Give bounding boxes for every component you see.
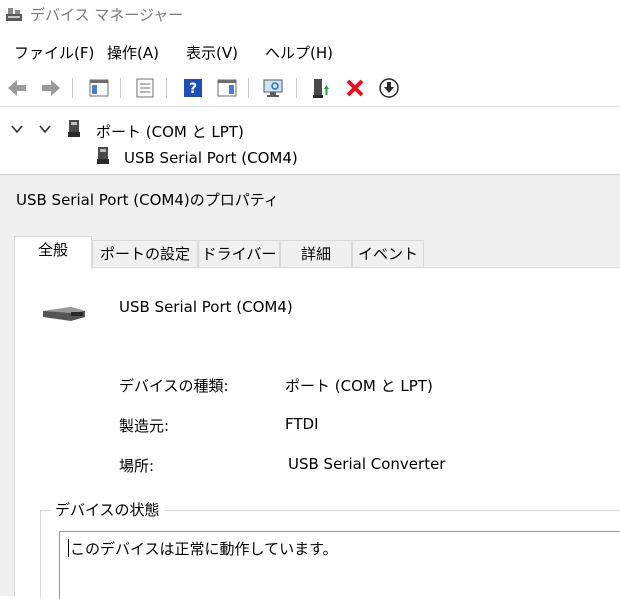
uninstall-icon[interactable] (344, 77, 366, 99)
properties-dialog: USB Serial Port (COM4)のプロパティ 全般 ポートの設定 ド… (0, 174, 620, 599)
show-hide-console-tree-icon[interactable] (88, 77, 110, 99)
manufacturer-value: FTDI (285, 415, 319, 433)
dialog-title: USB Serial Port (COM4)のプロパティ (16, 191, 279, 209)
toolbar-separator (72, 78, 73, 98)
tab-driver[interactable]: ドライバー (198, 240, 280, 268)
menu-file[interactable]: ファイル(F) (14, 42, 94, 63)
svg-text:?: ? (189, 81, 197, 97)
tab-general[interactable]: 全般 (14, 236, 92, 269)
title-bar: デバイス マネージャー (0, 0, 620, 30)
tab-details[interactable]: 詳細 (280, 240, 352, 268)
tab-events[interactable]: イベント (352, 240, 424, 268)
chevron-down-icon[interactable] (10, 122, 24, 136)
scan-hardware-icon[interactable] (262, 77, 284, 99)
device-status-text: このデバイスは正常に動作しています。 (70, 540, 338, 558)
help-icon[interactable]: ? (182, 77, 204, 99)
manufacturer-label: 製造元: (119, 417, 170, 435)
menu-action[interactable]: 操作(A) (107, 42, 159, 63)
serial-cable-icon (43, 307, 85, 321)
location-label: 場所: (119, 457, 155, 475)
tab-panel-general: USB Serial Port (COM4) デバイスの種類: ポート (COM… (14, 267, 620, 599)
tab-port-settings[interactable]: ポートの設定 (92, 240, 198, 268)
toolbar-separator (248, 78, 249, 98)
device-type-label: デバイスの種類: (119, 377, 229, 395)
menu-help[interactable]: ヘルプ(H) (265, 42, 333, 63)
tree-category-ports[interactable]: ポート (COM と LPT) (96, 121, 244, 142)
menu-view[interactable]: 表示(V) (186, 42, 238, 63)
forward-arrow-icon[interactable] (40, 77, 62, 99)
toolbar-separator (296, 78, 297, 98)
disable-device-icon[interactable] (378, 77, 400, 99)
menu-bar: ファイル(F) 操作(A) 表示(V) ヘルプ(H) (0, 38, 620, 64)
device-tree: ポート (COM と LPT) USB Serial Port (COM4) (0, 118, 620, 174)
device-name: USB Serial Port (COM4) (119, 298, 293, 316)
toolbar: ? (0, 70, 620, 107)
toolbar-separator (166, 78, 167, 98)
tree-device-usb-serial-port[interactable]: USB Serial Port (COM4) (124, 149, 298, 167)
text-caret (68, 539, 69, 557)
device-status-textbox[interactable]: このデバイスは正常に動作しています。 (59, 531, 620, 599)
chevron-down-icon[interactable] (38, 122, 52, 136)
window-title: デバイス マネージャー (30, 6, 184, 24)
update-driver-icon[interactable] (310, 77, 332, 99)
toolbar-separator (120, 78, 121, 98)
port-icon (97, 147, 109, 164)
port-icon (68, 120, 80, 137)
device-type-value: ポート (COM と LPT) (285, 377, 433, 395)
action-pane-icon[interactable] (216, 77, 238, 99)
properties-icon[interactable] (134, 77, 156, 99)
device-manager-icon (6, 8, 22, 21)
tab-strip: 全般 ポートの設定 ドライバー 詳細 イベント (14, 236, 620, 269)
back-arrow-icon[interactable] (6, 77, 28, 99)
device-status-group: デバイスの状態 このデバイスは正常に動作しています。 (40, 499, 620, 599)
location-value: USB Serial Converter (288, 455, 446, 473)
device-status-legend: デバイスの状態 (51, 499, 164, 520)
